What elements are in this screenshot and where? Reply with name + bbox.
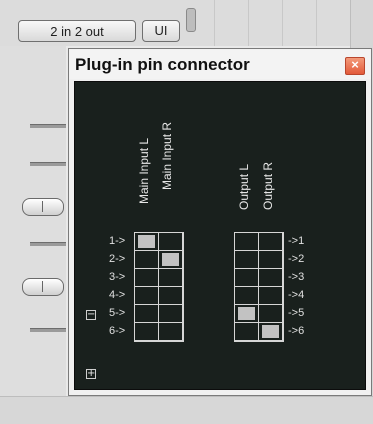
output-pin-cell[interactable]	[259, 305, 283, 323]
input-row-label: 5->	[109, 307, 126, 319]
output-pin-cell[interactable]	[235, 269, 259, 287]
add-channel-button[interactable]: +	[86, 369, 96, 379]
input-pin-cell[interactable]	[159, 233, 183, 251]
grid-line	[214, 0, 215, 46]
host-fader-strip	[0, 46, 66, 423]
input-channel-label: Main Input L	[137, 137, 151, 204]
input-pin-cell[interactable]	[135, 251, 159, 269]
fader-slot	[30, 124, 66, 128]
dialog-title: Plug-in pin connector	[75, 55, 250, 74]
output-pin-cell[interactable]	[259, 323, 283, 341]
fader-knob[interactable]	[22, 198, 64, 216]
dialog-titlebar[interactable]: Plug-in pin connector ×	[69, 49, 371, 79]
grid-line	[248, 0, 249, 46]
fader-slot	[30, 328, 66, 332]
output-pin-cell[interactable]	[235, 233, 259, 251]
input-pin-grid	[134, 232, 184, 342]
output-pin-grid	[234, 232, 284, 342]
ui-button[interactable]: UI	[142, 20, 180, 42]
output-channel-label: Output R	[261, 161, 275, 210]
output-row-label: ->4	[288, 289, 305, 301]
input-row-label: 2->	[109, 253, 126, 265]
output-row-label: ->6	[288, 325, 305, 337]
output-pin-cell[interactable]	[259, 233, 283, 251]
fader-slot	[30, 242, 66, 246]
output-row-label: ->2	[288, 253, 305, 265]
pin-connector-dialog: Plug-in pin connector × Main Input L Mai…	[68, 48, 372, 396]
grid-line	[316, 0, 317, 46]
output-row-label: ->3	[288, 271, 305, 283]
input-pin-cell[interactable]	[135, 287, 159, 305]
output-pin-cell[interactable]	[259, 269, 283, 287]
input-pin-cell[interactable]	[135, 323, 159, 341]
input-pin-cell[interactable]	[135, 305, 159, 323]
input-pin-cell[interactable]	[135, 233, 159, 251]
output-pin-cell[interactable]	[235, 251, 259, 269]
output-pin-cell[interactable]	[235, 323, 259, 341]
input-channel-label: Main Input R	[160, 121, 174, 190]
output-channel-label: Output L	[237, 163, 251, 210]
input-pin-cell[interactable]	[159, 323, 183, 341]
input-row-label: 3->	[109, 271, 126, 283]
input-row-label: 6->	[109, 325, 126, 337]
input-pin-cell[interactable]	[159, 305, 183, 323]
input-pin-cell[interactable]	[159, 269, 183, 287]
input-pin-cell[interactable]	[159, 251, 183, 269]
pin-matrix-panel: Main Input L Main Input R Output L Outpu…	[74, 81, 366, 390]
fader-knob[interactable]	[22, 278, 64, 296]
output-pin-cell[interactable]	[259, 251, 283, 269]
input-pin-cell[interactable]	[135, 269, 159, 287]
io-routing-button[interactable]: 2 in 2 out	[18, 20, 136, 42]
output-row-label: ->5	[288, 307, 305, 319]
host-bottom-bar	[0, 396, 373, 424]
scroll-handle[interactable]	[186, 8, 196, 32]
output-row-label: ->1	[288, 235, 305, 247]
remove-channel-button[interactable]: −	[86, 310, 96, 320]
grid-line	[282, 0, 283, 46]
output-pin-cell[interactable]	[235, 287, 259, 305]
output-pin-cell[interactable]	[235, 305, 259, 323]
input-row-label: 1->	[109, 235, 126, 247]
close-button[interactable]: ×	[345, 57, 365, 75]
input-row-label: 4->	[109, 289, 126, 301]
fader-slot	[30, 162, 66, 166]
output-pin-cell[interactable]	[259, 287, 283, 305]
input-pin-cell[interactable]	[159, 287, 183, 305]
